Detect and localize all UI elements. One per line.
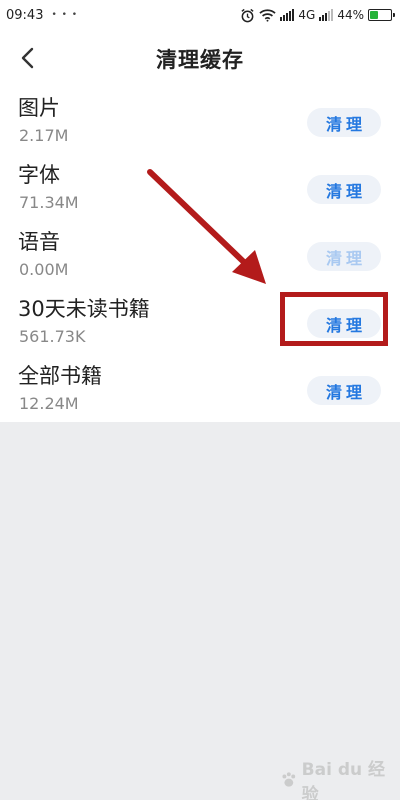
watermark-text: Bai du 经验 (301, 760, 386, 800)
list-item-all-books: 全部书籍 12.24M 清理 (0, 354, 400, 421)
status-left: 09:43 • • • (6, 8, 78, 23)
status-right: 4G 44% (240, 8, 395, 23)
item-name: 全部书籍 (18, 364, 102, 388)
item-size: 12.24M (19, 394, 79, 413)
battery-percent: 44% (337, 8, 364, 22)
item-size: 2.17M (19, 126, 69, 145)
item-size: 0.00M (19, 260, 69, 279)
network-type: 4G (298, 8, 316, 22)
header: 清理缓存 (0, 30, 400, 86)
list-item-voice: 语音 0.00M 清理 (0, 220, 400, 287)
status-bar: 09:43 • • • 4G 44% (0, 0, 400, 30)
item-name: 字体 (18, 163, 60, 187)
battery-fill (370, 11, 379, 19)
item-name: 30天未读书籍 (18, 297, 150, 321)
cache-list: 图片 2.17M 清理 字体 71.34M 清理 语音 0.00M 清理 30天… (0, 86, 400, 422)
status-dots: • • • (51, 10, 79, 20)
list-item-images: 图片 2.17M 清理 (0, 86, 400, 153)
wifi-icon (259, 8, 277, 22)
item-name: 语音 (18, 230, 60, 254)
status-time: 09:43 (6, 7, 44, 23)
clean-button-fonts[interactable]: 清理 (307, 175, 381, 204)
list-item-unread-books: 30天未读书籍 561.73K 清理 (0, 287, 400, 354)
clean-button-all-books[interactable]: 清理 (307, 376, 381, 405)
battery-icon (368, 9, 395, 21)
signal-icon-2 (319, 9, 334, 21)
item-name: 图片 (18, 96, 60, 120)
list-item-fonts: 字体 71.34M 清理 (0, 153, 400, 220)
clean-button-unread-books[interactable]: 清理 (307, 309, 381, 338)
baidu-paw-icon (282, 772, 296, 787)
clean-button-images[interactable]: 清理 (307, 108, 381, 137)
signal-icon (280, 9, 295, 21)
item-size: 561.73K (19, 327, 86, 346)
alarm-icon (240, 8, 255, 23)
watermark: Bai du 经验 (280, 755, 400, 800)
clean-button-voice[interactable]: 清理 (307, 242, 381, 271)
item-size: 71.34M (19, 193, 79, 212)
page-title: 清理缓存 (156, 48, 244, 72)
